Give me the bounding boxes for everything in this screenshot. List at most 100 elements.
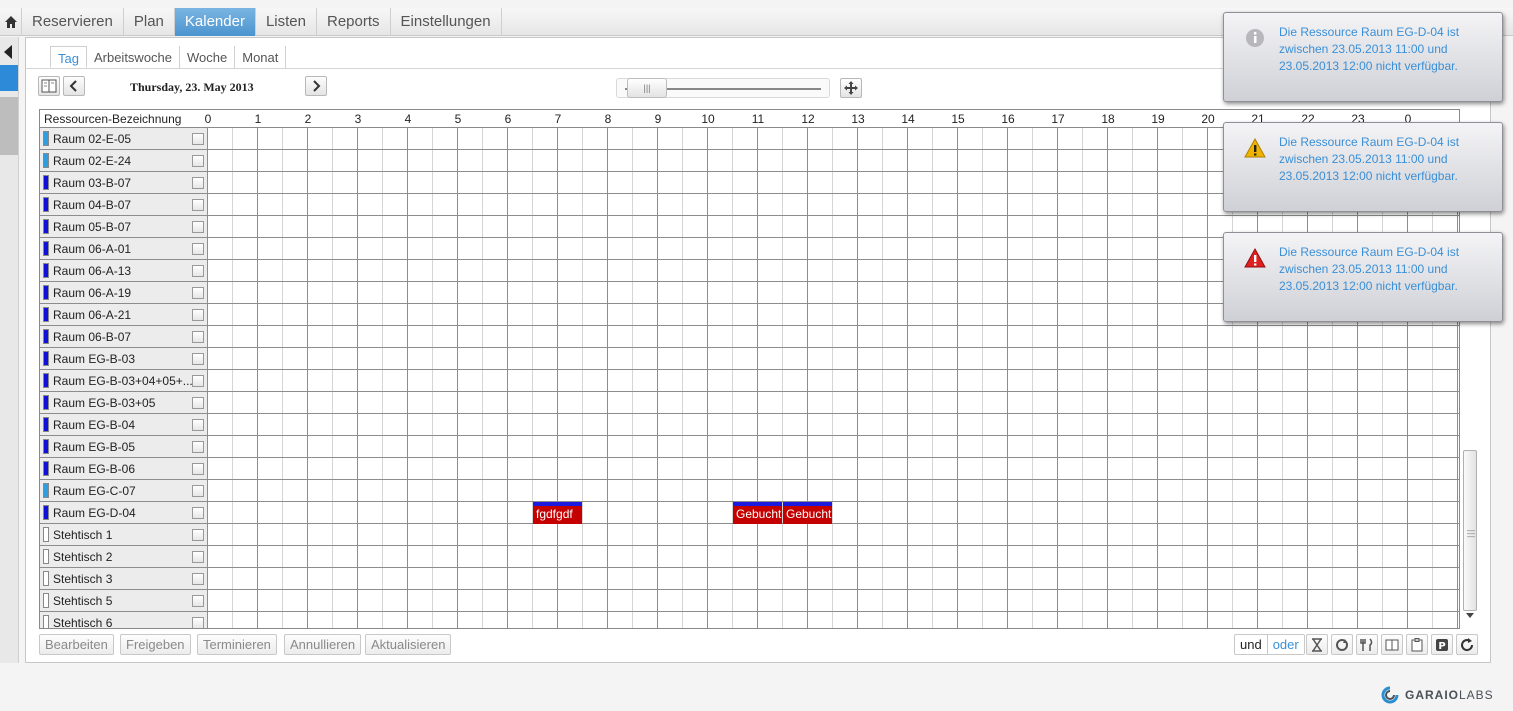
move-button[interactable] [840, 78, 862, 98]
terminieren-button[interactable]: Terminieren [197, 634, 277, 655]
resource-checkbox[interactable] [192, 529, 204, 541]
resource-label[interactable]: Raum 06-A-01 [40, 238, 208, 259]
catering-button[interactable] [1356, 634, 1378, 655]
time-slots[interactable] [208, 370, 1459, 391]
resource-checkbox[interactable] [192, 375, 204, 387]
resource-label[interactable]: Raum EG-B-03+05 [40, 392, 208, 413]
book-button[interactable] [38, 76, 60, 96]
nav-item-reservieren[interactable]: Reservieren [22, 8, 124, 36]
parking-button[interactable]: P [1431, 634, 1453, 655]
toggle-oder[interactable]: oder [1266, 635, 1304, 654]
resource-checkbox[interactable] [192, 309, 204, 321]
resource-label[interactable]: Raum 05-B-07 [40, 216, 208, 237]
sync-button[interactable] [1331, 634, 1353, 655]
resource-checkbox[interactable] [192, 243, 204, 255]
time-slots[interactable]: fgdfgdf Gebucht Gebucht [208, 502, 1459, 524]
resource-checkbox[interactable] [192, 485, 204, 497]
resource-checkbox[interactable] [192, 595, 204, 607]
resource-label[interactable]: Raum 06-A-19 [40, 282, 208, 303]
resource-label[interactable]: Raum EG-B-03+04+05+... [40, 370, 208, 391]
resource-checkbox[interactable] [192, 177, 204, 189]
notification-error[interactable]: Die Ressource Raum EG-D-04 ist zwischen … [1223, 232, 1503, 322]
resource-label[interactable]: Raum EG-D-04 [40, 502, 208, 523]
slider-thumb[interactable]: ||| [627, 78, 667, 98]
resource-checkbox[interactable] [192, 287, 204, 299]
resource-label[interactable]: Stehtisch 1 [40, 524, 208, 545]
resource-label[interactable]: Stehtisch 5 [40, 590, 208, 611]
time-slots[interactable] [208, 414, 1459, 435]
time-slots[interactable] [208, 546, 1459, 567]
home-icon[interactable] [0, 8, 22, 36]
booking-block[interactable]: fgdfgdf [533, 502, 582, 524]
time-slots[interactable] [208, 348, 1459, 369]
time-slots[interactable] [208, 436, 1459, 457]
time-slots[interactable] [208, 612, 1459, 628]
tab-woche[interactable]: Woche [180, 46, 236, 68]
freigeben-button[interactable]: Freigeben [120, 634, 191, 655]
bearbeiten-button[interactable]: Bearbeiten [39, 634, 114, 655]
previous-day-button[interactable] [63, 76, 85, 96]
resource-checkbox[interactable] [192, 155, 204, 167]
scroll-thumb[interactable]: — — — [1463, 450, 1477, 611]
resource-checkbox[interactable] [192, 507, 204, 519]
time-slots[interactable] [208, 458, 1459, 479]
resource-checkbox[interactable] [192, 617, 204, 628]
resource-label[interactable]: Raum 04-B-07 [40, 194, 208, 215]
refresh-button[interactable] [1456, 634, 1478, 655]
nav-item-einstellungen[interactable]: Einstellungen [391, 8, 502, 36]
time-slots[interactable] [208, 590, 1459, 611]
notification-info[interactable]: Die Ressource Raum EG-D-04 ist zwischen … [1223, 12, 1503, 102]
resource-checkbox[interactable] [192, 419, 204, 431]
resource-checkbox[interactable] [192, 397, 204, 409]
resource-label[interactable]: Raum 02-E-24 [40, 150, 208, 171]
resource-checkbox[interactable] [192, 265, 204, 277]
resource-checkbox[interactable] [192, 221, 204, 233]
sidebar-active-item[interactable] [0, 65, 18, 91]
resource-label[interactable]: Raum EG-B-05 [40, 436, 208, 457]
resource-label[interactable]: Raum EG-C-07 [40, 480, 208, 501]
nav-item-listen[interactable]: Listen [256, 8, 317, 36]
time-slots[interactable] [208, 392, 1459, 413]
toggle-und[interactable]: und [1235, 635, 1267, 654]
scroll-down-arrow-icon[interactable] [1466, 613, 1474, 618]
resource-label[interactable]: Stehtisch 2 [40, 546, 208, 567]
nav-item-kalender[interactable]: Kalender [174, 8, 256, 36]
booking-block[interactable]: Gebucht [733, 502, 782, 524]
annullieren-button[interactable]: Annullieren [284, 634, 362, 655]
resource-label[interactable]: Raum EG-B-04 [40, 414, 208, 435]
resource-checkbox[interactable] [192, 573, 204, 585]
resource-checkbox[interactable] [192, 353, 204, 365]
time-slots[interactable] [208, 568, 1459, 589]
resource-label[interactable]: Stehtisch 3 [40, 568, 208, 589]
resource-checkbox[interactable] [192, 133, 204, 145]
nav-item-plan[interactable]: Plan [124, 8, 175, 36]
tab-monat[interactable]: Monat [235, 46, 287, 68]
resource-checkbox[interactable] [192, 463, 204, 475]
tab-arbeitswoche[interactable]: Arbeitswoche [87, 46, 181, 68]
sidebar-scroll-thumb[interactable] [0, 97, 18, 155]
resource-label[interactable]: Raum 06-A-13 [40, 260, 208, 281]
aktualisieren-button[interactable]: Aktualisieren [365, 634, 452, 655]
hourglass-button[interactable] [1306, 634, 1328, 655]
resource-checkbox[interactable] [192, 199, 204, 211]
resource-label[interactable]: Raum 02-E-05 [40, 128, 208, 149]
time-slots[interactable] [208, 326, 1459, 347]
nav-item-reports[interactable]: Reports [317, 8, 391, 36]
next-day-button[interactable] [305, 76, 327, 96]
zoom-slider[interactable]: ||| [616, 78, 830, 98]
resource-label[interactable]: Stehtisch 6 [40, 612, 208, 628]
booking-block[interactable]: Gebucht [783, 502, 832, 524]
time-slots[interactable] [208, 480, 1459, 501]
resource-label[interactable]: Raum 03-B-07 [40, 172, 208, 193]
notification-warning[interactable]: Die Ressource Raum EG-D-04 ist zwischen … [1223, 122, 1503, 212]
time-slots[interactable] [208, 524, 1459, 545]
layout-button[interactable] [1381, 634, 1403, 655]
collapse-arrow-icon[interactable] [4, 45, 12, 59]
resource-checkbox[interactable] [192, 331, 204, 343]
resource-label[interactable]: Raum EG-B-03 [40, 348, 208, 369]
resource-checkbox[interactable] [192, 551, 204, 563]
resource-label[interactable]: Raum 06-B-07 [40, 326, 208, 347]
resource-label[interactable]: Raum EG-B-06 [40, 458, 208, 479]
clipboard-button[interactable] [1406, 634, 1428, 655]
resource-checkbox[interactable] [192, 441, 204, 453]
